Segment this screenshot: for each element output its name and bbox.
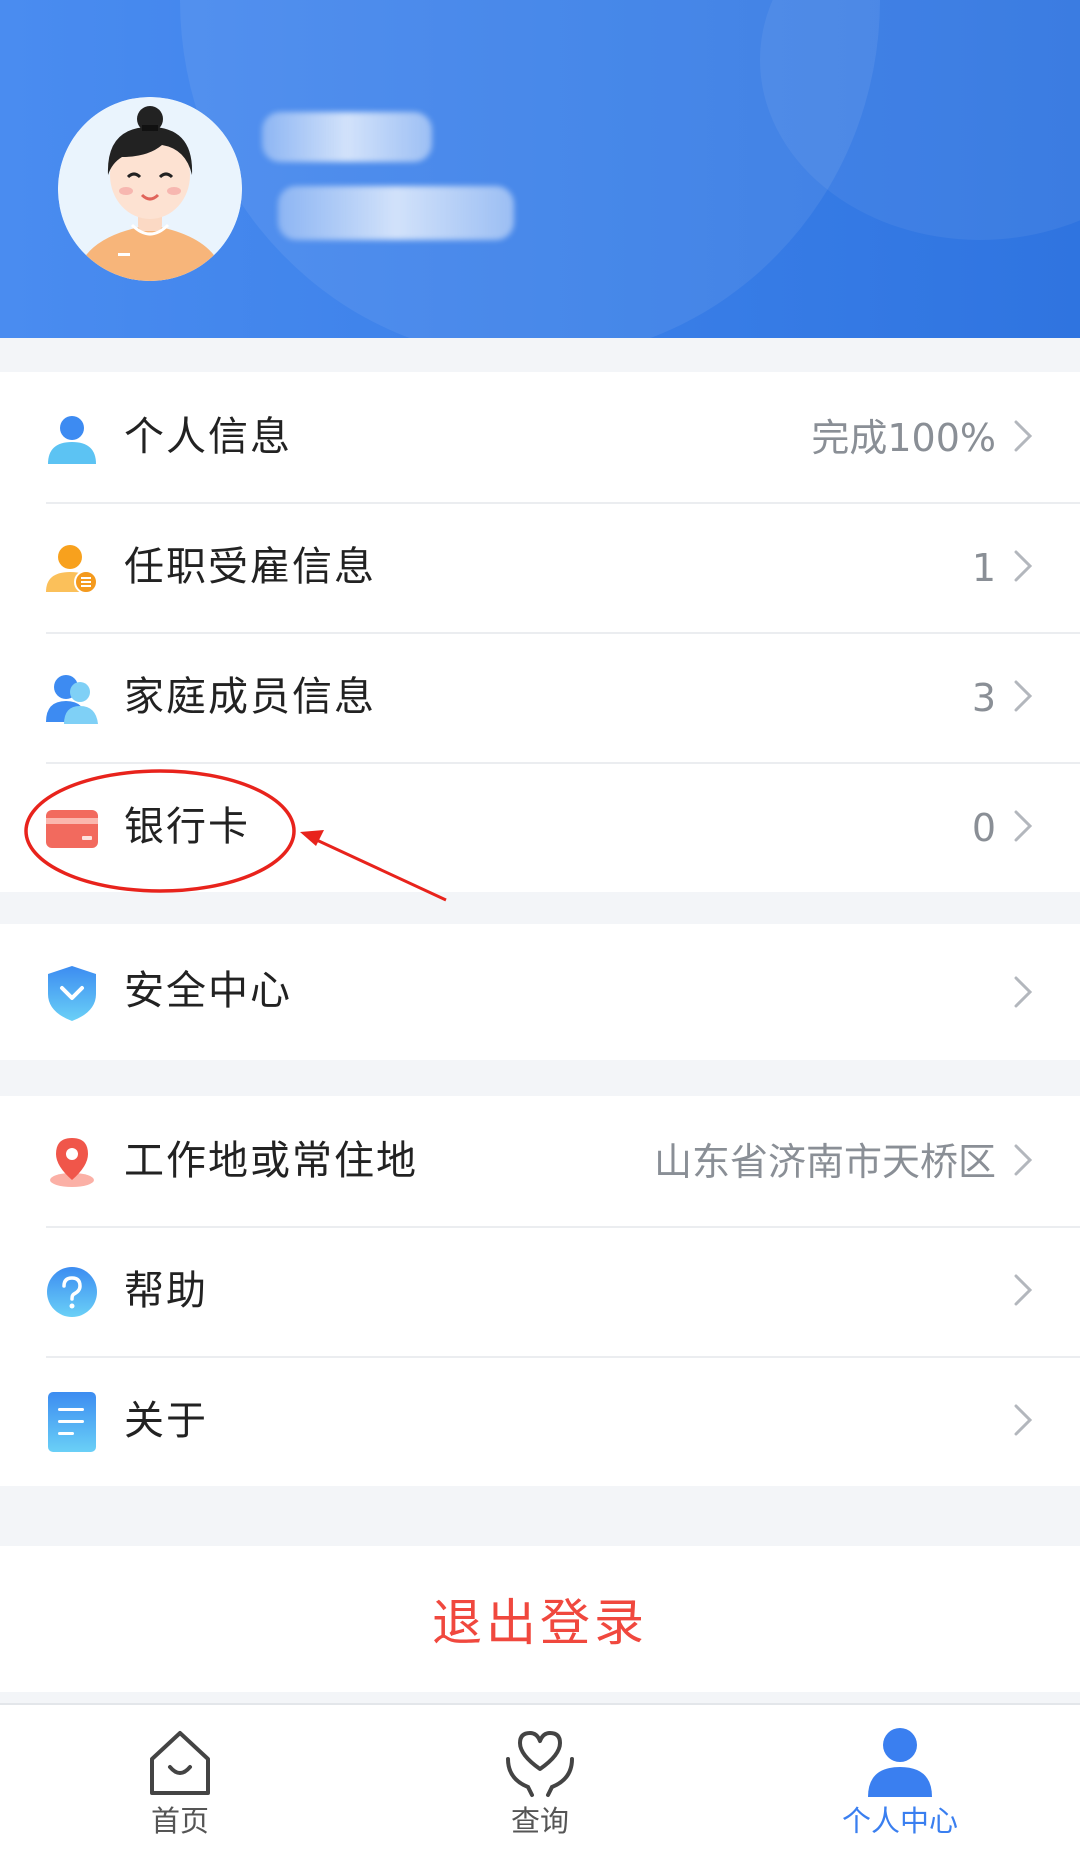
menu-item-label: 任职受雇信息 [124,544,376,590]
document-icon [48,1392,96,1452]
menu-item-label: 家庭成员信息 [124,674,376,720]
location-pin-icon [50,1138,94,1187]
menu-item-personal-info[interactable]: 个人信息 完成100% [0,372,1080,502]
chevron-right-icon [1014,680,1033,712]
profile-header [0,0,1080,338]
menu-item-value: 0 [971,806,996,850]
tab-profile[interactable]: 个人中心 [780,1705,1020,1853]
menu-item-about[interactable]: 关于 [0,1356,1080,1486]
menu-card-misc: 工作地或常住地 山东省济南市天桥区 帮助 关于 [0,1096,1080,1486]
person-icon [48,416,96,464]
menu-item-label: 工作地或常住地 [124,1138,418,1184]
menu-item-label: 帮助 [124,1268,208,1314]
menu-item-help[interactable]: 帮助 [0,1226,1080,1356]
query-heart-icon [506,1731,574,1797]
home-icon [150,1731,210,1795]
chevron-right-icon [1014,1144,1033,1176]
logout-card: 退出登录 [0,1546,1080,1692]
family-icon [46,675,98,724]
chevron-right-icon [1014,1274,1033,1306]
tab-label: 个人中心 [841,1804,958,1838]
blurred-user-id [278,186,514,240]
bank-card-icon [46,810,98,848]
avatar[interactable] [58,97,242,281]
profile-icon [868,1728,932,1797]
menu-item-work-location[interactable]: 工作地或常住地 山东省济南市天桥区 [0,1096,1080,1226]
bottom-tab-bar: 首页 查询 个人中心 [0,1703,1080,1853]
logout-button[interactable]: 退出登录 [392,1573,688,1665]
menu-item-value: 1 [971,546,996,590]
menu-item-bank-card[interactable]: 银行卡 0 [0,762,1080,892]
tab-query[interactable]: 查询 [420,1705,660,1853]
menu-item-security-center[interactable]: 安全中心 [0,924,1080,1060]
tab-home[interactable]: 首页 [60,1705,300,1853]
menu-item-label: 安全中心 [124,968,292,1014]
chevron-right-icon [1014,810,1033,842]
blurred-username [262,112,432,162]
menu-item-value: 完成100% [811,416,996,460]
menu-item-label: 关于 [124,1398,208,1444]
tab-label: 查询 [510,1804,569,1838]
menu-item-value: 山东省济南市天桥区 [653,1140,996,1184]
menu-item-value: 3 [971,676,996,720]
tab-label: 首页 [150,1804,209,1838]
help-icon [47,1267,97,1317]
menu-item-label: 个人信息 [124,414,292,460]
chevron-right-icon [1014,976,1033,1008]
chevron-right-icon [1014,420,1033,452]
chevron-right-icon [1014,550,1033,582]
menu-item-family-info[interactable]: 家庭成员信息 3 [0,632,1080,762]
avatar-woman-icon [58,97,242,281]
employment-icon [46,545,98,594]
menu-card-security: 安全中心 [0,924,1080,1060]
menu-item-label: 银行卡 [124,804,250,850]
menu-card-personal: 个人信息 完成100% 任职受雇信息 1 家庭成员信息 3 银行卡 0 [0,372,1080,892]
chevron-right-icon [1014,1404,1033,1436]
shield-icon [48,966,96,1021]
menu-item-employment-info[interactable]: 任职受雇信息 1 [0,502,1080,632]
